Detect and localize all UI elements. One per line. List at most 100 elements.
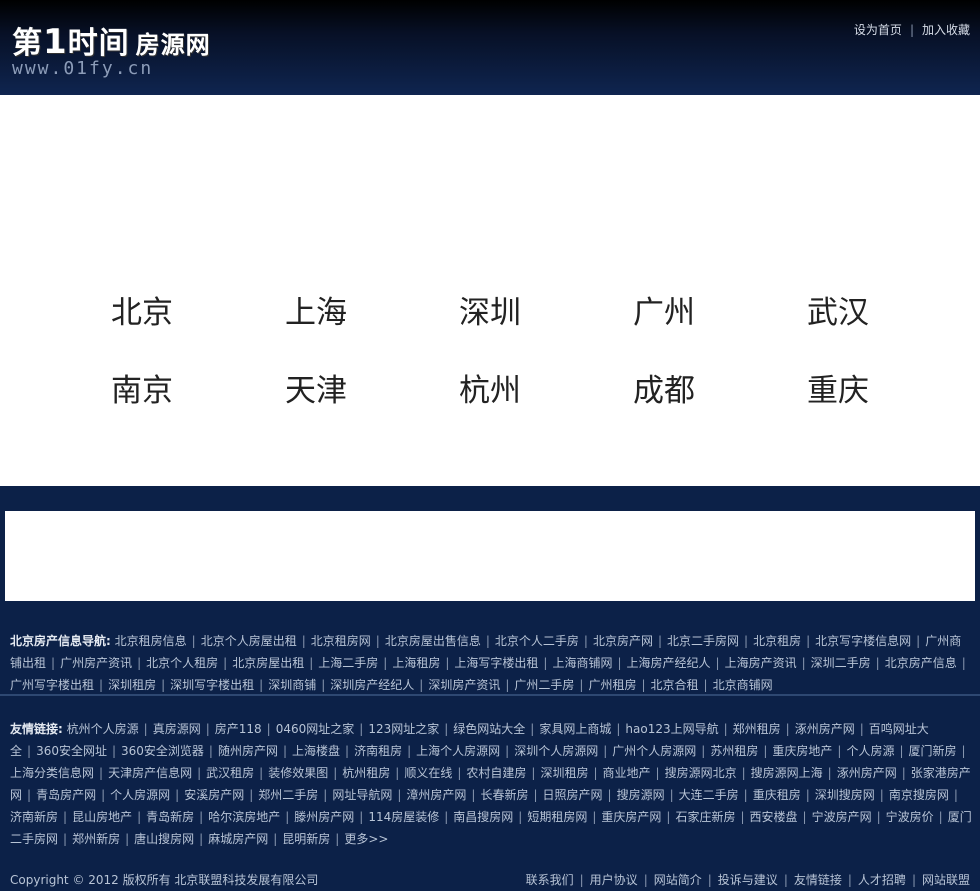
- friend-link[interactable]: 360安全网址: [36, 744, 107, 758]
- friend-link[interactable]: 网址导航网: [332, 788, 392, 802]
- friend-link[interactable]: 郑州租房: [733, 722, 781, 736]
- friend-link[interactable]: 青岛房产网: [36, 788, 96, 802]
- friend-link[interactable]: 郑州二手房: [258, 788, 318, 802]
- friend-link[interactable]: 日照房产网: [543, 788, 603, 802]
- nav-link[interactable]: 深圳租房: [108, 678, 156, 692]
- nav-link[interactable]: 深圳房产资讯: [428, 678, 500, 692]
- friend-link[interactable]: 大连二手房: [679, 788, 739, 802]
- friend-link[interactable]: 昆明新房: [282, 832, 330, 846]
- friend-link[interactable]: hao123上网导航: [625, 722, 718, 736]
- nav-link[interactable]: 北京租房: [753, 634, 801, 648]
- friend-link[interactable]: 搜房源网上海: [751, 766, 823, 780]
- nav-link[interactable]: 北京房屋出售信息: [385, 634, 481, 648]
- friend-link[interactable]: 重庆房地产: [772, 744, 832, 758]
- friend-link[interactable]: 杭州租房: [342, 766, 390, 780]
- nav-link[interactable]: 上海二手房: [318, 656, 378, 670]
- friend-link[interactable]: 上海个人房源网: [416, 744, 500, 758]
- set-homepage-link[interactable]: 设为首页: [854, 23, 902, 37]
- friend-link[interactable]: 农村自建房: [466, 766, 526, 780]
- friend-link[interactable]: 唐山搜房网: [134, 832, 194, 846]
- friend-link[interactable]: 真房源网: [153, 722, 201, 736]
- nav-link[interactable]: 深圳商铺: [268, 678, 316, 692]
- nav-link[interactable]: 北京个人二手房: [495, 634, 579, 648]
- nav-link[interactable]: 北京个人房屋出租: [201, 634, 297, 648]
- friend-link[interactable]: 搜房源网: [617, 788, 665, 802]
- friend-link[interactable]: 深圳租房: [540, 766, 588, 780]
- nav-link[interactable]: 上海房产经纪人: [627, 656, 711, 670]
- friend-link[interactable]: 济南新房: [10, 810, 58, 824]
- nav-link[interactable]: 北京租房网: [311, 634, 371, 648]
- friend-link[interactable]: 宁波房产网: [812, 810, 872, 824]
- friend-link[interactable]: 宁波房价: [886, 810, 934, 824]
- nav-link[interactable]: 广州租房: [588, 678, 636, 692]
- footer-link[interactable]: 人才招聘: [858, 873, 906, 887]
- city-link-beijing[interactable]: 北京: [111, 287, 211, 332]
- city-link-chongqing[interactable]: 重庆: [807, 365, 907, 410]
- nav-link[interactable]: 北京二手房网: [667, 634, 739, 648]
- friend-link[interactable]: 上海分类信息网: [10, 766, 94, 780]
- friend-link[interactable]: 随州房产网: [218, 744, 278, 758]
- friend-link[interactable]: 个人房源网: [110, 788, 170, 802]
- friend-link[interactable]: 杭州个人房源: [67, 722, 139, 736]
- nav-link[interactable]: 深圳二手房: [811, 656, 871, 670]
- nav-link[interactable]: 上海租房: [392, 656, 440, 670]
- friend-link[interactable]: 0460网址之家: [276, 722, 355, 736]
- friend-link[interactable]: 重庆房产网: [601, 810, 661, 824]
- city-link-shanghai[interactable]: 上海: [285, 287, 385, 332]
- nav-link[interactable]: 上海商铺网: [552, 656, 612, 670]
- nav-link[interactable]: 北京房产网: [593, 634, 653, 648]
- friend-link[interactable]: 哈尔滨房地产: [208, 810, 280, 824]
- friend-link[interactable]: 武汉租房: [206, 766, 254, 780]
- city-link-hangzhou[interactable]: 杭州: [459, 365, 559, 410]
- friend-link[interactable]: 360安全浏览器: [121, 744, 204, 758]
- nav-link[interactable]: 北京商铺网: [713, 678, 773, 692]
- nav-link[interactable]: 北京合租: [651, 678, 699, 692]
- friend-link[interactable]: 厦门新房: [909, 744, 957, 758]
- friend-link[interactable]: 漳州房产网: [406, 788, 466, 802]
- friend-link[interactable]: 房产118: [215, 722, 262, 736]
- friend-link[interactable]: 重庆租房: [753, 788, 801, 802]
- nav-link[interactable]: 北京个人租房: [146, 656, 218, 670]
- friend-link[interactable]: 昆山房地产: [72, 810, 132, 824]
- friend-link[interactable]: 上海楼盘: [292, 744, 340, 758]
- friend-link[interactable]: 绿色网站大全: [453, 722, 525, 736]
- friend-link[interactable]: 短期租房网: [527, 810, 587, 824]
- friend-link[interactable]: 郑州新房: [72, 832, 120, 846]
- friend-link[interactable]: 个人房源: [846, 744, 894, 758]
- nav-link[interactable]: 上海房产资讯: [725, 656, 797, 670]
- footer-link[interactable]: 网站联盟: [922, 873, 970, 887]
- friend-link[interactable]: 苏州租房: [710, 744, 758, 758]
- city-link-chengdu[interactable]: 成都: [633, 365, 733, 410]
- friend-link[interactable]: 涿州房产网: [837, 766, 897, 780]
- friend-link[interactable]: 深圳个人房源网: [514, 744, 598, 758]
- nav-link[interactable]: 广州房产资讯: [60, 656, 132, 670]
- friend-link[interactable]: 南昌搜房网: [453, 810, 513, 824]
- friend-link[interactable]: 西安楼盘: [750, 810, 798, 824]
- nav-link[interactable]: 深圳房产经纪人: [330, 678, 414, 692]
- friend-link[interactable]: 济南租房: [354, 744, 402, 758]
- friend-link[interactable]: 更多>>: [344, 832, 388, 846]
- friend-link[interactable]: 搜房源网北京: [665, 766, 737, 780]
- city-link-guangzhou[interactable]: 广州: [633, 287, 733, 332]
- city-link-tianjin[interactable]: 天津: [285, 365, 385, 410]
- nav-link[interactable]: 广州二手房: [514, 678, 574, 692]
- footer-link[interactable]: 用户协议: [590, 873, 638, 887]
- friend-link[interactable]: 安溪房产网: [184, 788, 244, 802]
- nav-link[interactable]: 北京房屋出租: [232, 656, 304, 670]
- friend-link[interactable]: 天津房产信息网: [108, 766, 192, 780]
- friend-link[interactable]: 青岛新房: [146, 810, 194, 824]
- friend-link[interactable]: 114房屋装修: [368, 810, 439, 824]
- friend-link[interactable]: 涿州房产网: [795, 722, 855, 736]
- city-link-shenzhen[interactable]: 深圳: [459, 287, 559, 332]
- footer-link[interactable]: 友情链接: [794, 873, 842, 887]
- friend-link[interactable]: 滕州房产网: [294, 810, 354, 824]
- add-favorite-link[interactable]: 加入收藏: [922, 23, 970, 37]
- friend-link[interactable]: 商业地产: [603, 766, 651, 780]
- friend-link[interactable]: 南京搜房网: [889, 788, 949, 802]
- friend-link[interactable]: 长春新房: [480, 788, 528, 802]
- friend-link[interactable]: 广州个人房源网: [612, 744, 696, 758]
- city-link-nanjing[interactable]: 南京: [111, 365, 211, 410]
- friend-link[interactable]: 深圳搜房网: [815, 788, 875, 802]
- nav-link[interactable]: 北京房产信息: [885, 656, 957, 670]
- site-logo[interactable]: 第1时间 房源网: [12, 18, 211, 62]
